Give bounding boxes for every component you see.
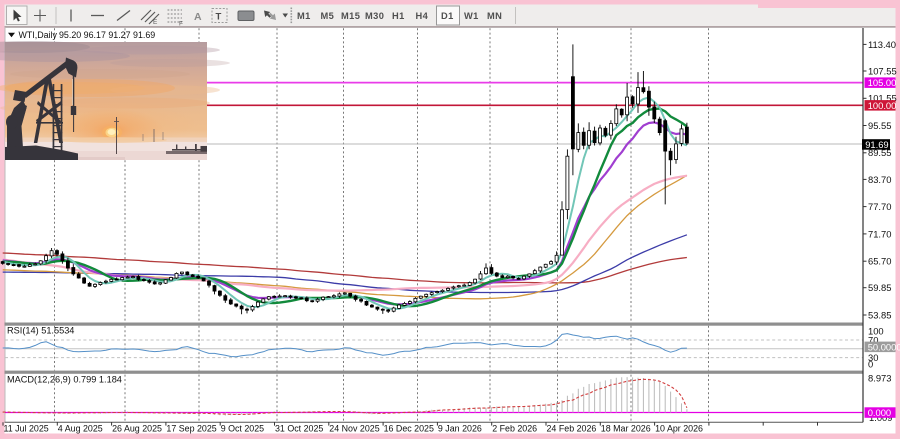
svg-text:D1: D1 <box>441 11 454 21</box>
svg-text:9 Jan 2026: 9 Jan 2026 <box>438 424 482 434</box>
svg-text:95.20 96.17 91.27 91.69: 95.20 96.17 91.27 91.69 <box>59 30 155 40</box>
svg-text:M30: M30 <box>365 11 384 21</box>
svg-text:10 Apr 2026: 10 Apr 2026 <box>655 424 703 434</box>
svg-text:71.70: 71.70 <box>868 228 891 239</box>
svg-text:31 Oct 2025: 31 Oct 2025 <box>275 424 323 434</box>
svg-text:0.000: 0.000 <box>868 407 891 418</box>
svg-text:59.85: 59.85 <box>868 282 891 293</box>
svg-text:107.55: 107.55 <box>868 65 897 76</box>
svg-text:2 Feb 2026: 2 Feb 2026 <box>492 424 537 434</box>
svg-text:RSI(14) 51.5534: RSI(14) 51.5534 <box>7 326 74 336</box>
svg-text:113.40: 113.40 <box>868 39 896 50</box>
svg-text:100.00: 100.00 <box>868 100 897 111</box>
svg-text:24 Feb 2026: 24 Feb 2026 <box>547 424 597 434</box>
svg-text:9 Oct 2025: 9 Oct 2025 <box>221 424 264 434</box>
svg-text:53.85: 53.85 <box>868 309 891 320</box>
svg-text:WTI,Daily: WTI,Daily <box>19 30 58 40</box>
svg-text:8.973: 8.973 <box>868 372 891 383</box>
svg-text:MACD(12,26,9) 0.799 1.184: MACD(12,26,9) 0.799 1.184 <box>7 374 122 384</box>
svg-text:0: 0 <box>868 358 873 369</box>
svg-text:M15: M15 <box>341 11 360 21</box>
svg-text:M5: M5 <box>321 11 335 21</box>
svg-text:83.70: 83.70 <box>868 174 891 185</box>
svg-text:65.70: 65.70 <box>868 256 891 267</box>
svg-text:105.00: 105.00 <box>868 77 897 88</box>
svg-text:H1: H1 <box>392 11 405 21</box>
svg-text:91.69: 91.69 <box>865 139 888 150</box>
svg-text:MN: MN <box>487 11 502 21</box>
svg-text:16 Dec 2025: 16 Dec 2025 <box>384 424 434 434</box>
svg-text:T: T <box>216 12 222 23</box>
svg-text:H4: H4 <box>416 11 429 21</box>
svg-text:W1: W1 <box>464 11 479 21</box>
svg-text:M1: M1 <box>297 11 311 21</box>
svg-text:A: A <box>194 11 202 23</box>
svg-text:4 Aug 2025: 4 Aug 2025 <box>58 424 103 434</box>
svg-text:17 Sep 2025: 17 Sep 2025 <box>166 424 216 434</box>
svg-text:F: F <box>179 21 183 28</box>
svg-text:E: E <box>153 19 158 26</box>
svg-text:18 Mar 2026: 18 Mar 2026 <box>601 424 651 434</box>
svg-text:77.70: 77.70 <box>868 201 891 212</box>
svg-text:26 Aug 2025: 26 Aug 2025 <box>112 424 162 434</box>
svg-text:24 Nov 2025: 24 Nov 2025 <box>329 424 379 434</box>
svg-text:11 Jul 2025: 11 Jul 2025 <box>4 424 49 434</box>
svg-text:50.0000: 50.0000 <box>868 341 900 352</box>
svg-text:95.55: 95.55 <box>868 120 891 131</box>
